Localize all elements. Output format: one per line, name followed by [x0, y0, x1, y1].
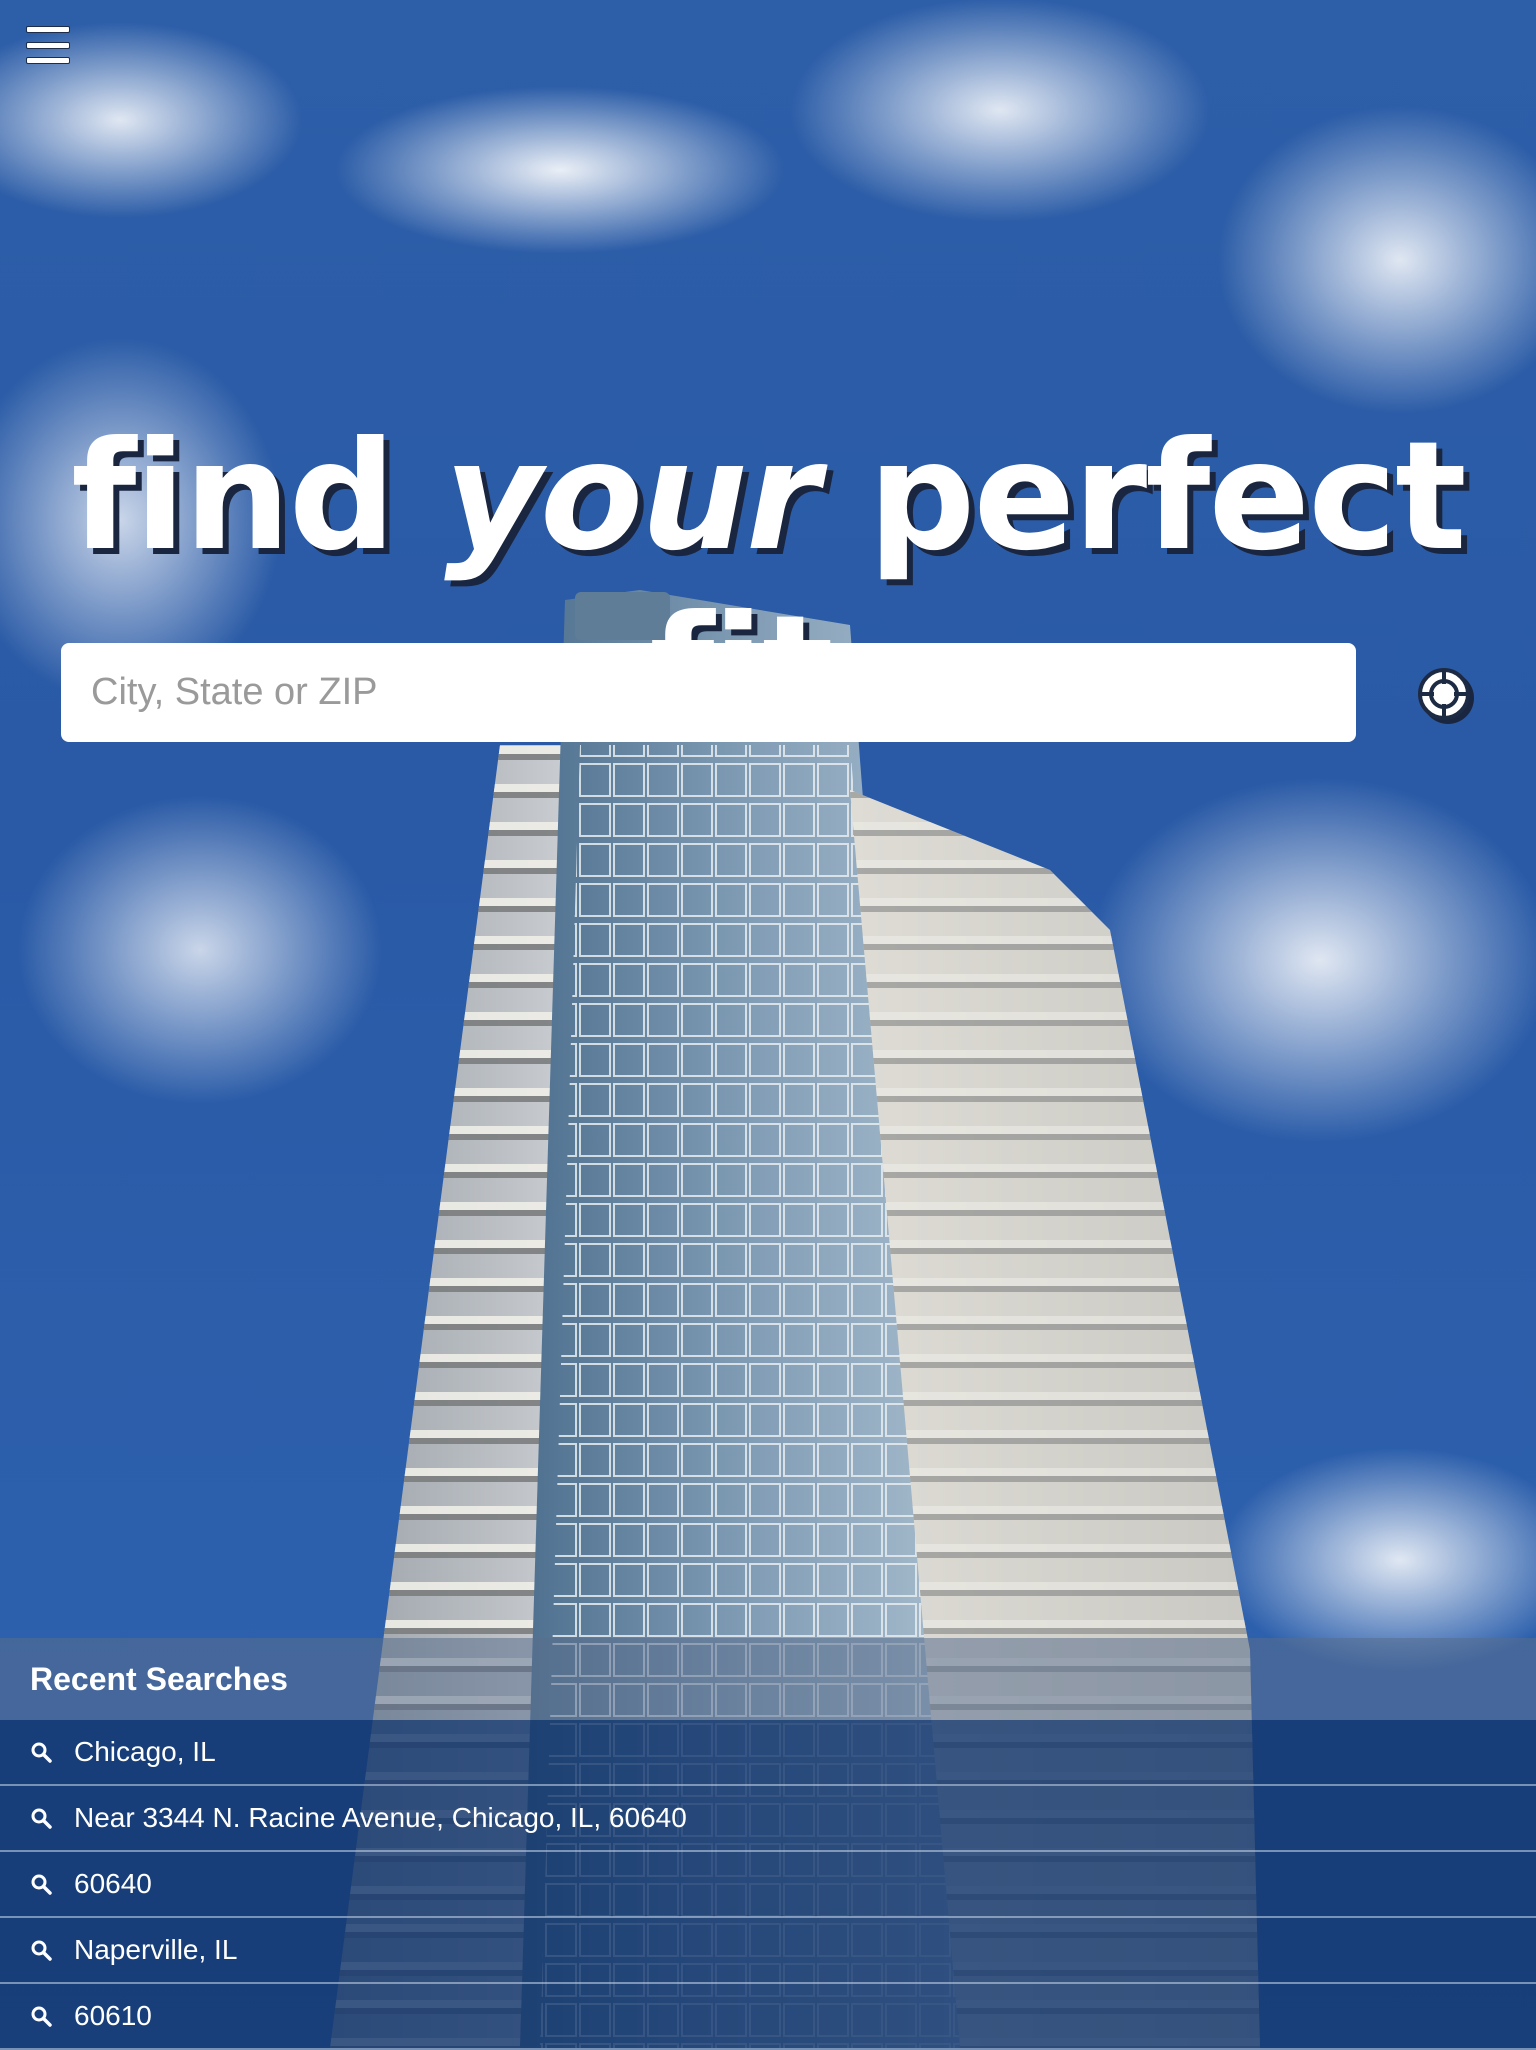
recent-search-label: 60640 — [74, 1868, 152, 1899]
search-icon — [30, 2003, 56, 2029]
recent-search-item[interactable]: Chicago, IL — [0, 1720, 1536, 1786]
recent-search-label: Near 3344 N. Racine Avenue, Chicago, IL,… — [74, 1802, 687, 1833]
search-icon — [30, 1871, 56, 1897]
menu-button[interactable] — [26, 26, 70, 64]
headline-part1: find — [71, 410, 445, 584]
search-icon — [30, 1937, 56, 1963]
headline-emphasis: your — [444, 410, 820, 584]
recent-search-label: 60610 — [74, 2000, 152, 2031]
hamburger-line — [26, 41, 70, 49]
hamburger-line — [26, 57, 70, 64]
recent-searches-header: Recent Searches — [0, 1638, 1536, 1720]
locate-button[interactable] — [1418, 668, 1470, 720]
hamburger-menu-icon — [26, 26, 70, 33]
recent-searches-panel: Recent Searches Chicago, IL Near 3344 N.… — [0, 1638, 1536, 2050]
recent-search-label: Naperville, IL — [74, 1934, 238, 1965]
search-input[interactable] — [89, 670, 1328, 715]
search-box — [61, 643, 1356, 742]
recent-searches-title: Recent Searches — [30, 1660, 288, 1697]
recent-search-item[interactable]: 60610 — [0, 1984, 1536, 2050]
search-icon — [30, 1739, 56, 1765]
recent-search-item[interactable]: 60640 — [0, 1852, 1536, 1918]
recent-search-label: Chicago, IL — [74, 1736, 216, 1767]
crosshair-location-icon — [1422, 672, 1466, 716]
recent-search-item[interactable]: Naperville, IL — [0, 1918, 1536, 1984]
recent-search-item[interactable]: Near 3344 N. Racine Avenue, Chicago, IL,… — [0, 1786, 1536, 1852]
recent-searches-list: Chicago, IL Near 3344 N. Racine Avenue, … — [0, 1720, 1536, 2050]
search-icon — [30, 1805, 56, 1831]
